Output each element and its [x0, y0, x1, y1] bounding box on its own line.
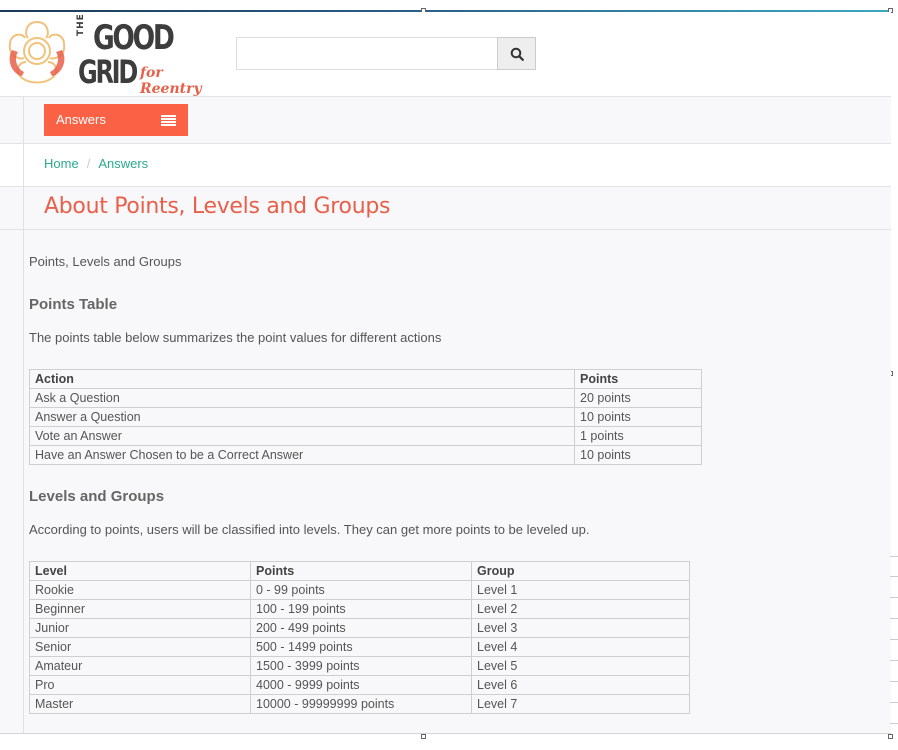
- table-row: Senior 500 - 1499 points Level 4: [29, 637, 690, 657]
- search-input[interactable]: [236, 37, 498, 70]
- answers-menu-button[interactable]: Answers: [44, 104, 188, 136]
- edge-mark: [890, 681, 898, 682]
- resize-handle-bottom[interactable]: [421, 734, 426, 739]
- table-cell: Junior: [29, 618, 251, 638]
- table-row: Beginner 100 - 199 points Level 2: [29, 599, 690, 619]
- content-bottom-border: [0, 733, 891, 734]
- points-table-description: The points table below summarizes the po…: [29, 330, 442, 345]
- table-header-row: Action Points: [29, 369, 702, 389]
- edge-mark: [890, 597, 898, 598]
- edge-mark: [890, 660, 898, 661]
- table-row: Amateur 1500 - 3999 points Level 5: [29, 656, 690, 676]
- table-cell: Level 4: [471, 637, 690, 657]
- breadcrumb-separator: /: [86, 156, 91, 171]
- table-cell: Level 3: [471, 618, 690, 638]
- edge-mark: [890, 556, 898, 557]
- points-table-heading: Points Table: [29, 296, 118, 313]
- answers-menu-label: Answers: [56, 112, 106, 127]
- table-cell: 20 points: [574, 388, 702, 408]
- edge-mark: [890, 639, 898, 640]
- column-header-points: Points: [250, 561, 472, 581]
- site-header: THE GOOD GRID for Reentry: [0, 12, 891, 97]
- edge-mark: [890, 576, 898, 577]
- table-cell: Master: [29, 694, 251, 714]
- column-header-group: Group: [471, 561, 690, 581]
- breadcrumb-home-link[interactable]: Home: [44, 156, 79, 171]
- logo-text-the: THE: [76, 13, 86, 36]
- table-cell: 0 - 99 points: [250, 580, 472, 600]
- hamburger-icon: [161, 115, 176, 126]
- table-cell: 500 - 1499 points: [250, 637, 472, 657]
- logo-text-grid: GRID: [78, 53, 138, 91]
- edge-mark: [890, 702, 898, 703]
- table-row: Junior 200 - 499 points Level 3: [29, 618, 690, 638]
- intro-text: Points, Levels and Groups: [29, 254, 182, 269]
- table-header-row: Level Points Group: [29, 561, 690, 581]
- levels-groups-description: According to points, users will be class…: [29, 522, 590, 537]
- table-cell: 10 points: [574, 445, 702, 465]
- table-cell: Pro: [29, 675, 251, 695]
- table-row: Answer a Question 10 points: [29, 407, 702, 427]
- table-cell: Rookie: [29, 580, 251, 600]
- table-cell: Beginner: [29, 599, 251, 619]
- table-row: Rookie 0 - 99 points Level 1: [29, 580, 690, 600]
- table-cell: Amateur: [29, 656, 251, 676]
- search-button[interactable]: [497, 37, 536, 70]
- levels-table: Level Points Group Rookie 0 - 99 points …: [29, 561, 690, 714]
- table-cell: Senior: [29, 637, 251, 657]
- column-header-action: Action: [29, 369, 575, 389]
- table-cell: Vote an Answer: [29, 426, 575, 446]
- table-row: Pro 4000 - 9999 points Level 6: [29, 675, 690, 695]
- table-cell: 10 points: [574, 407, 702, 427]
- table-row: Vote an Answer 1 points: [29, 426, 702, 446]
- breadcrumb: Home / Answers: [44, 156, 148, 171]
- search-icon: [510, 47, 524, 61]
- table-cell: Level 5: [471, 656, 690, 676]
- table-cell: Have an Answer Chosen to be a Correct An…: [29, 445, 575, 465]
- column-header-level: Level: [29, 561, 251, 581]
- left-divider: [23, 96, 24, 733]
- levels-groups-heading: Levels and Groups: [29, 488, 165, 505]
- page-title: About Points, Levels and Groups: [44, 194, 391, 219]
- table-cell: Level 2: [471, 599, 690, 619]
- column-header-points: Points: [574, 369, 702, 389]
- edge-mark: [890, 618, 898, 619]
- logo-tagline: for Reentry: [140, 65, 202, 97]
- table-cell: 10000 - 99999999 points: [250, 694, 472, 714]
- breadcrumb-current-link[interactable]: Answers: [98, 156, 148, 171]
- edge-mark: [890, 723, 898, 724]
- table-cell: Ask a Question: [29, 388, 575, 408]
- table-cell: 100 - 199 points: [250, 599, 472, 619]
- table-cell: Level 1: [471, 580, 690, 600]
- resize-handle-bottom-right[interactable]: [888, 734, 893, 739]
- logo-text-good: GOOD: [93, 18, 175, 58]
- table-cell: 1500 - 3999 points: [250, 656, 472, 676]
- points-table: Action Points Ask a Question 20 points A…: [29, 369, 702, 465]
- table-cell: Answer a Question: [29, 407, 575, 427]
- table-cell: 4000 - 9999 points: [250, 675, 472, 695]
- table-row: Have an Answer Chosen to be a Correct An…: [29, 445, 702, 465]
- table-cell: Level 7: [471, 694, 690, 714]
- table-cell: 1 points: [574, 426, 702, 446]
- table-cell: Level 6: [471, 675, 690, 695]
- table-row: Ask a Question 20 points: [29, 388, 702, 408]
- table-cell: 200 - 499 points: [250, 618, 472, 638]
- site-logo[interactable]: THE GOOD GRID for Reentry: [4, 13, 224, 97]
- table-row: Master 10000 - 99999999 points Level 7: [29, 694, 690, 714]
